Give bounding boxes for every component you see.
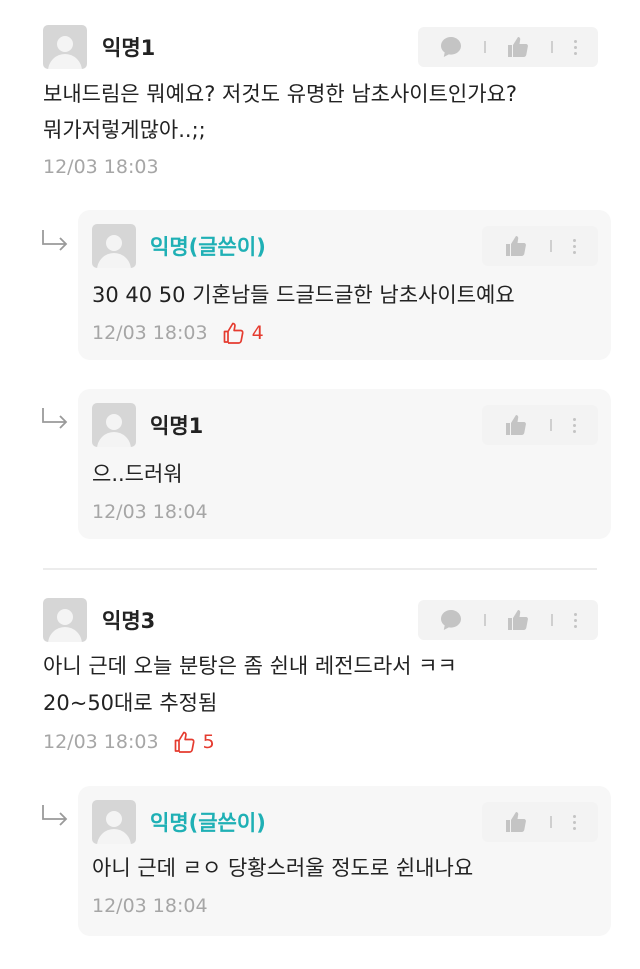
comment-time: 12/03 18:03 xyxy=(43,731,159,753)
reply-actions xyxy=(482,405,598,445)
avatar xyxy=(92,800,136,844)
thumbs-up-icon[interactable] xyxy=(504,234,528,258)
reply-author: 익명(글쓴이) xyxy=(150,811,266,835)
comment-actions xyxy=(418,27,598,67)
avatar xyxy=(43,598,87,642)
reply-actions xyxy=(482,226,598,266)
chat-bubble-icon[interactable] xyxy=(439,608,463,632)
separator xyxy=(483,41,486,53)
reply-arrow-icon xyxy=(40,228,70,254)
like-count: 5 xyxy=(202,731,215,753)
reply: 익명(글쓴이) 아니 근데 ㄹㅇ 당황스러울 정도로 쉰내나요 12/03 18… xyxy=(78,786,611,936)
comment-author: 익명1 xyxy=(102,36,156,60)
more-vertical-icon[interactable] xyxy=(573,814,577,830)
more-vertical-icon[interactable] xyxy=(574,612,578,628)
comment-author: 익명3 xyxy=(102,609,156,633)
comment-text-line: 아니 근데 오늘 분탕은 좀 쉰내 레전드라서 ㅋㅋ xyxy=(43,654,457,678)
divider xyxy=(43,568,597,570)
reply: 익명1 으..드러워 12/03 18:04 xyxy=(78,389,611,539)
thumbs-up-icon[interactable] xyxy=(504,810,528,834)
reply-author: 익명(글쓴이) xyxy=(150,235,266,259)
more-vertical-icon[interactable] xyxy=(574,39,578,55)
avatar xyxy=(92,403,136,447)
reply-text: 으..드러워 xyxy=(92,462,183,486)
reply: 익명(글쓴이) 30 40 50 기혼남들 드글드글한 남초사이트예요 12/0… xyxy=(78,210,611,360)
reply-time: 12/03 18:03 xyxy=(92,322,208,344)
avatar xyxy=(92,224,136,268)
thumbs-up-outline-icon xyxy=(222,321,246,345)
more-vertical-icon[interactable] xyxy=(573,238,577,254)
separator xyxy=(551,614,554,626)
comment-time: 12/03 18:03 xyxy=(43,156,159,178)
reply-time: 12/03 18:04 xyxy=(92,895,208,917)
like-count: 4 xyxy=(251,322,264,344)
separator xyxy=(551,41,554,53)
avatar xyxy=(43,25,87,69)
reply-time: 12/03 18:04 xyxy=(92,501,208,523)
separator xyxy=(549,816,552,828)
reply-author: 익명1 xyxy=(150,414,204,438)
reply-actions xyxy=(482,802,598,842)
reply-arrow-icon xyxy=(40,406,70,432)
thumbs-up-icon[interactable] xyxy=(506,35,530,59)
comment-text-line: 20~50대로 추정됨 xyxy=(43,691,218,715)
separator xyxy=(549,240,552,252)
chat-bubble-icon[interactable] xyxy=(439,35,463,59)
thumbs-up-icon[interactable] xyxy=(506,608,530,632)
comment-actions xyxy=(418,600,598,640)
comment-text-line: 뭐가저렇게많아..;; xyxy=(43,118,206,142)
thumbs-up-icon[interactable] xyxy=(504,413,528,437)
reply-text: 30 40 50 기혼남들 드글드글한 남초사이트예요 xyxy=(92,283,515,307)
separator xyxy=(483,614,486,626)
separator xyxy=(549,419,552,431)
reply-arrow-icon xyxy=(40,803,70,829)
reply-text: 아니 근데 ㄹㅇ 당황스러울 정도로 쉰내나요 xyxy=(92,856,474,880)
thumbs-up-outline-icon xyxy=(173,730,197,754)
comment-text-line: 보내드림은 뭐예요? 저것도 유명한 남초사이트인가요? xyxy=(43,82,518,106)
more-vertical-icon[interactable] xyxy=(573,417,577,433)
